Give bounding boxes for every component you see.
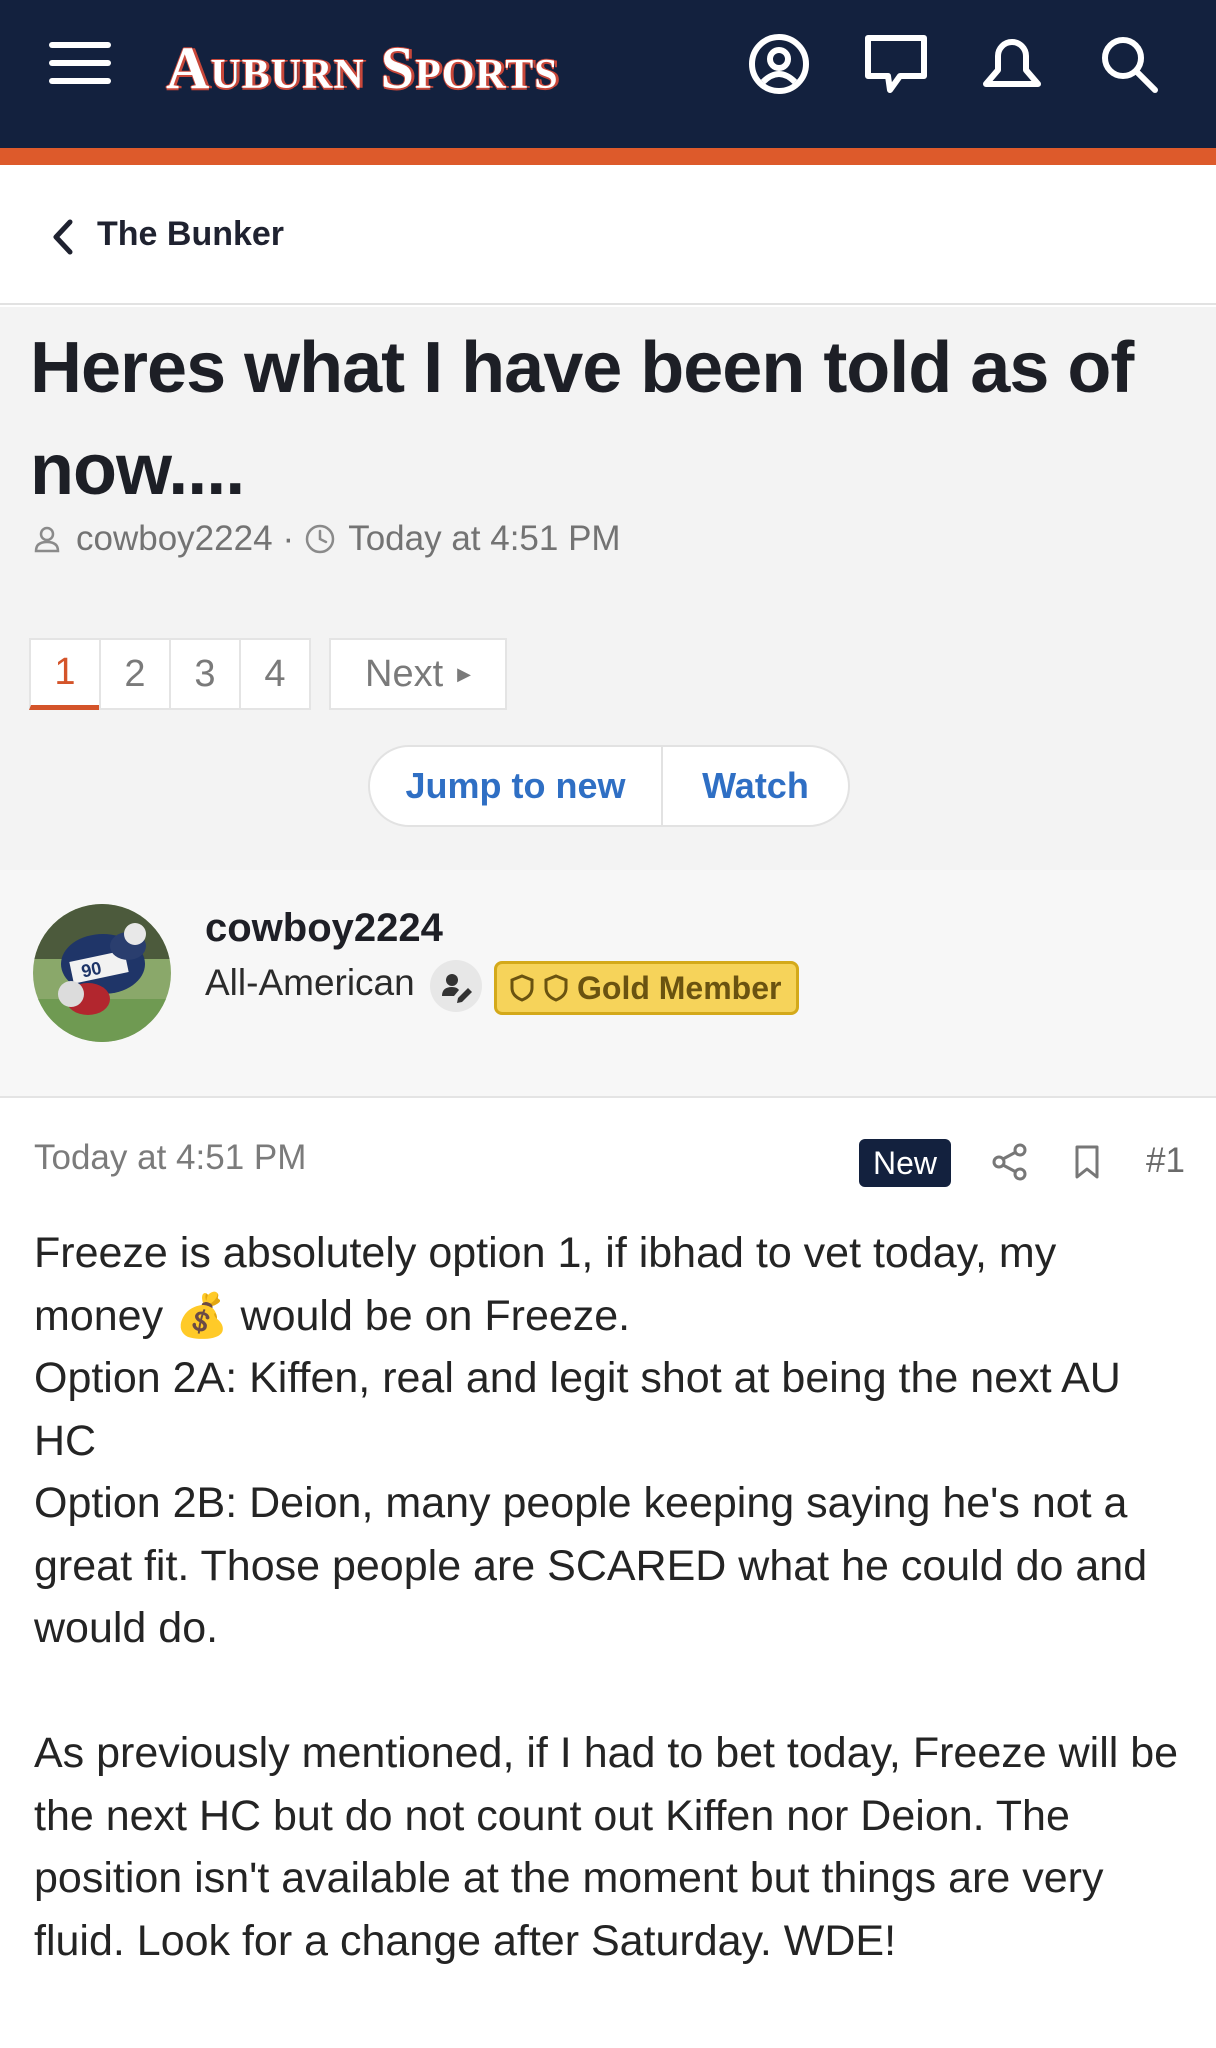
- site-logo[interactable]: Auburn Sports: [166, 34, 559, 103]
- breadcrumb-label[interactable]: The Bunker: [97, 215, 284, 254]
- caret-right-icon: ▶: [457, 663, 471, 684]
- post-timestamp[interactable]: Today at 4:51 PM: [34, 1138, 306, 1178]
- next-page-button[interactable]: Next ▶: [329, 638, 507, 710]
- menu-icon[interactable]: [49, 38, 111, 88]
- page-4-button[interactable]: 4: [239, 638, 311, 710]
- post-user-bar: 90 cowboy2224 All-American Gold Member: [0, 870, 1216, 1098]
- account-icon[interactable]: [745, 30, 813, 98]
- money-bag-icon: 💰: [175, 1291, 229, 1340]
- badge-label: Gold Member: [577, 969, 782, 1006]
- post-number[interactable]: #1: [1146, 1141, 1185, 1181]
- watch-button[interactable]: Watch: [663, 747, 848, 825]
- post-option-2a: Option 2A: Kiffen, real and legit shot a…: [34, 1354, 1121, 1465]
- header-accent-stripe: [0, 148, 1216, 165]
- bookmark-icon[interactable]: [1067, 1141, 1107, 1183]
- thread-timestamp[interactable]: Today at 4:51 PM: [348, 519, 620, 559]
- user-icon: [34, 526, 60, 553]
- jump-to-new-button[interactable]: Jump to new: [370, 747, 663, 825]
- user-title: All-American: [205, 962, 415, 1003]
- clock-icon: [305, 524, 335, 554]
- chevron-left-icon: [53, 219, 73, 255]
- next-label: Next: [365, 652, 444, 695]
- messages-icon[interactable]: [862, 30, 930, 98]
- post-username[interactable]: cowboy2224: [205, 906, 443, 951]
- page-2-button[interactable]: 2: [99, 638, 171, 710]
- user-edit-icon: [430, 960, 482, 1012]
- page-3-button[interactable]: 3: [169, 638, 241, 710]
- meta-separator: ·: [282, 519, 295, 558]
- svg-text:90: 90: [80, 958, 104, 982]
- thread-author[interactable]: cowboy2224: [76, 519, 273, 559]
- post-paragraph: Freeze is absolutely option 1, if ibhad …: [34, 1222, 1194, 1347]
- alerts-icon[interactable]: [978, 30, 1046, 98]
- post-paragraph-2: As previously mentioned, if I had to bet…: [34, 1729, 1179, 1965]
- thread-header: Heres what I have been told as of now...…: [0, 307, 1216, 870]
- gold-member-badge: Gold Member: [494, 961, 799, 1015]
- thread-meta: cowboy2224 · Today at 4:51 PM: [32, 519, 621, 559]
- site-header: Auburn Sports: [0, 0, 1216, 148]
- breadcrumb[interactable]: The Bunker: [0, 165, 1216, 305]
- page-1-button[interactable]: 1: [29, 638, 101, 710]
- pagination: 1 2 3 4 Next ▶: [29, 638, 507, 710]
- post-option-2b: Option 2B: Deion, many people keeping sa…: [34, 1479, 1148, 1652]
- shield-icon: [510, 974, 534, 1002]
- thread-actions: Jump to new Watch: [368, 745, 850, 827]
- page-title: Heres what I have been told as of now...…: [30, 328, 1134, 510]
- shield-icon: [544, 974, 568, 1002]
- avatar[interactable]: 90: [33, 904, 171, 1042]
- search-icon[interactable]: [1095, 30, 1163, 98]
- post-body: Freeze is absolutely option 1, if ibhad …: [34, 1222, 1194, 1972]
- new-badge: New: [859, 1139, 951, 1187]
- share-icon[interactable]: [990, 1141, 1030, 1183]
- post-text: would be on Freeze.: [228, 1291, 631, 1340]
